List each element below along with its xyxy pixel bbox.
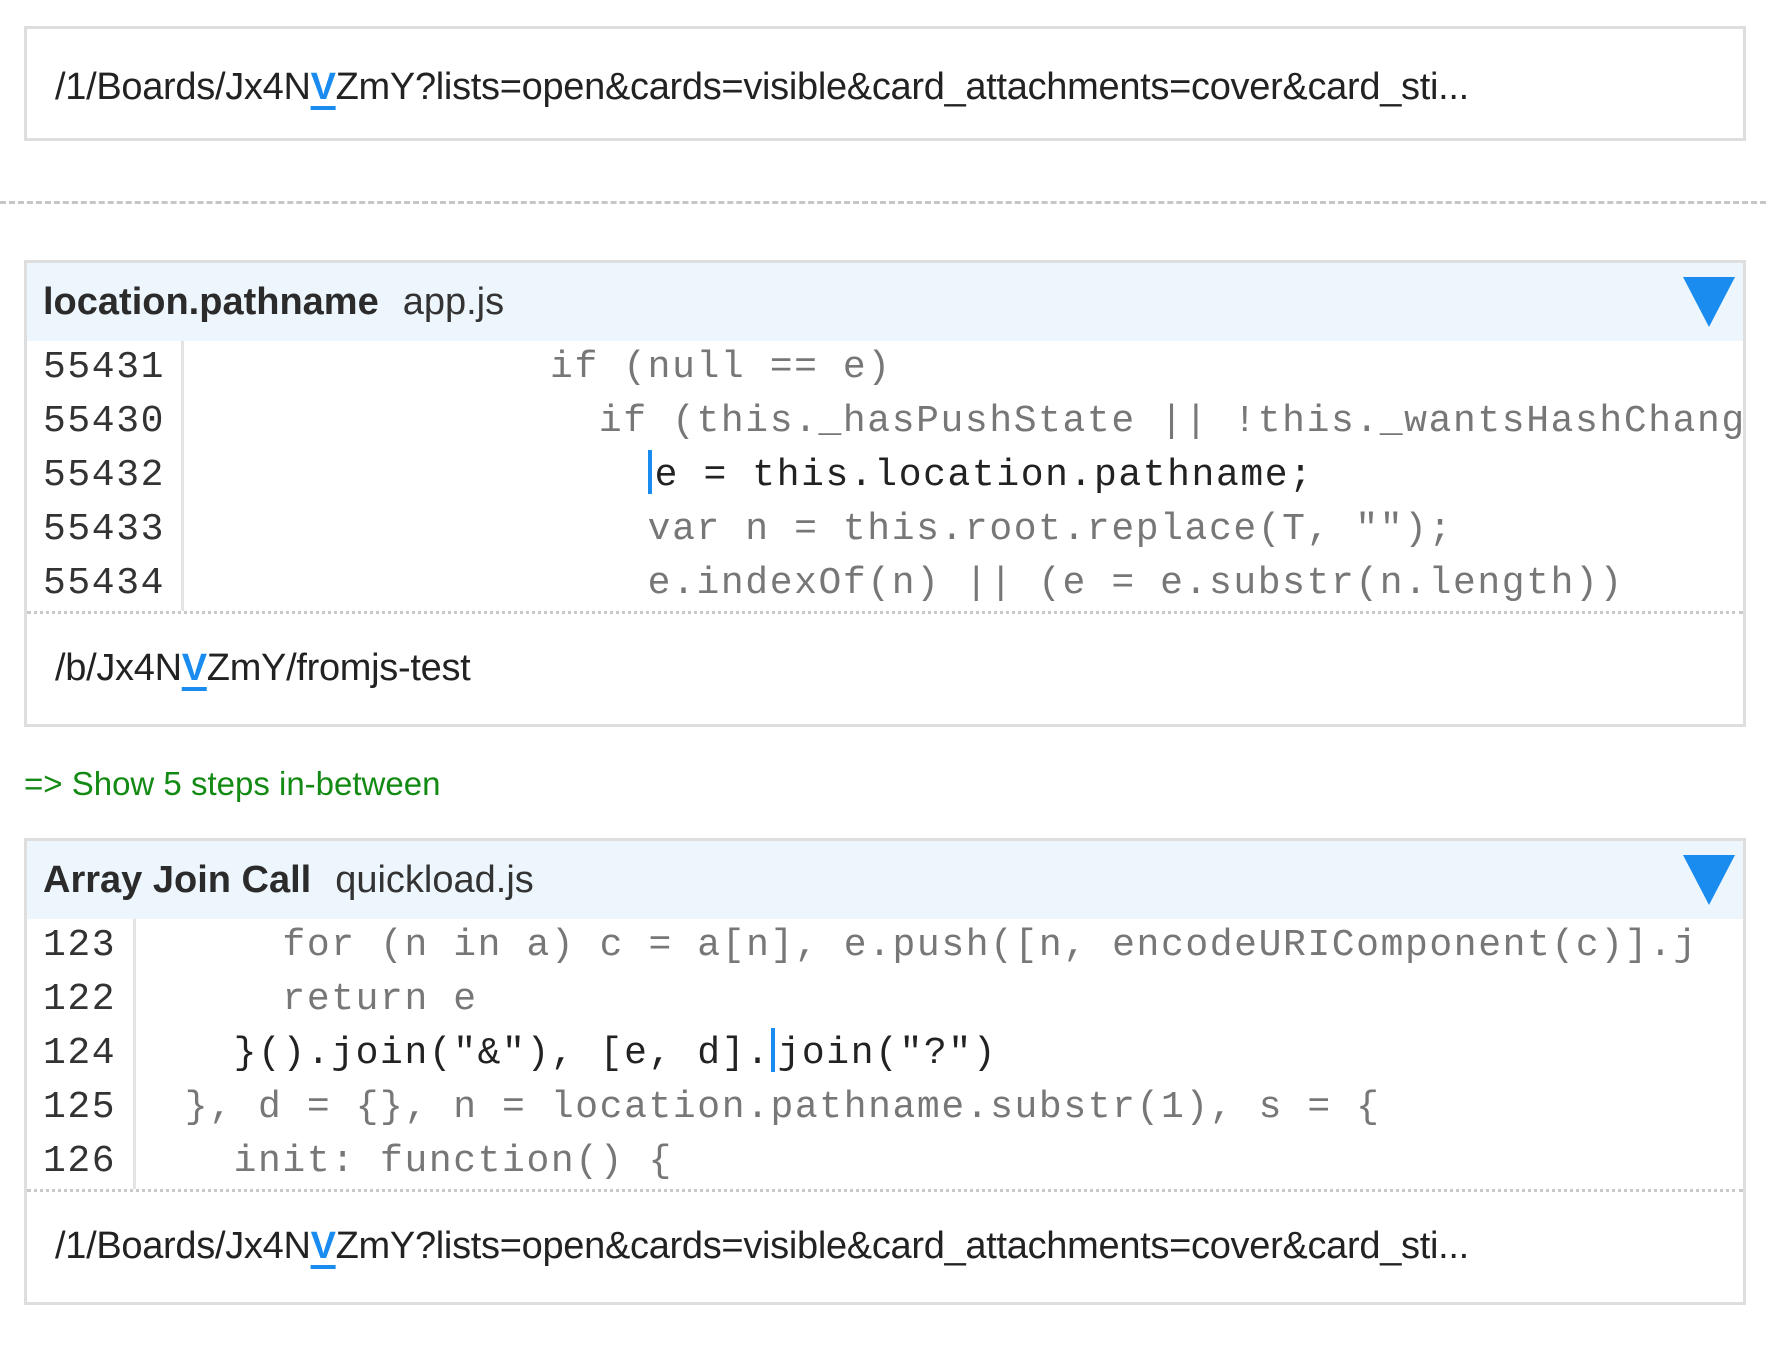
code-text: }().join("&"), [e, d]. join("?") — [136, 1027, 997, 1081]
code-text: return e — [136, 973, 478, 1027]
dashed-separator — [0, 201, 1766, 204]
code-content: var n = this.root.replace(T, ""); — [184, 508, 1453, 551]
code-content: init: function() { — [136, 1140, 673, 1183]
code-line: 55433 var n = this.root.replace(T, ""); — [27, 503, 1743, 557]
code-line: 55431 if (null == e) — [27, 341, 1743, 395]
line-number: 125 — [27, 1081, 136, 1135]
code-content: if (this._hasPushState || !this._wantsHa… — [184, 400, 1743, 443]
value-prefix: /1/Boards/Jx4N — [55, 66, 311, 108]
step-value: /1/Boards/Jx4NVZmY?lists=open&cards=visi… — [27, 1192, 1743, 1302]
code-content: join("?") — [777, 1032, 998, 1075]
code-text: e.indexOf(n) || (e = e.substr(n.length)) — [184, 557, 1624, 611]
value-prefix: /1/Boards/Jx4N — [55, 1225, 311, 1267]
code-line: 126 init: function() { — [27, 1135, 1743, 1189]
show-steps-link[interactable]: => Show 5 steps in-between — [24, 764, 440, 804]
step-value-text: /1/Boards/Jx4NVZmY?lists=open&cards=visi… — [55, 1224, 1469, 1268]
code-text: e = this.location.pathname; — [184, 449, 1314, 503]
operation-name: Array Join Call — [43, 859, 312, 901]
code-content: e = this.location.pathname; — [654, 454, 1314, 497]
step-title: location.pathname app.js — [43, 280, 504, 324]
code-text: var n = this.root.replace(T, ""); — [184, 503, 1453, 557]
code-content: if (null == e) — [184, 346, 892, 389]
line-number: 122 — [27, 973, 136, 1027]
file-name[interactable]: app.js — [403, 281, 504, 323]
highlighted-char[interactable]: V — [311, 66, 336, 108]
line-number: 55431 — [27, 341, 184, 395]
step-title: Array Join Call quickload.js — [43, 858, 534, 902]
value-suffix: ZmY?lists=open&cards=visible&card_attach… — [335, 66, 1470, 108]
code-line: 55434 e.indexOf(n) || (e = e.substr(n.le… — [27, 557, 1743, 611]
step-header: location.pathname app.js — [27, 263, 1743, 341]
step-header: Array Join Call quickload.js — [27, 841, 1743, 919]
code-line-current: 124 }().join("&"), [e, d]. join("?") — [27, 1027, 1743, 1081]
line-number: 55432 — [27, 449, 184, 503]
code-text: if (this._hasPushState || !this._wantsHa… — [184, 395, 1743, 449]
step-value-text: /b/Jx4NVZmY/fromjs-test — [55, 646, 471, 690]
triangle-down-icon[interactable] — [1683, 277, 1735, 327]
value-suffix: ZmY?lists=open&cards=visible&card_attach… — [335, 1225, 1470, 1267]
code-text: if (null == e) — [184, 341, 892, 395]
code-line-current: 55432 e = this.location.pathname; — [27, 449, 1743, 503]
code-content: return e — [136, 978, 478, 1021]
code-line: 122 return e — [27, 973, 1743, 1027]
operation-name: location.pathname — [43, 281, 379, 323]
code-text: for (n in a) c = a[n], e.push([n, encode… — [136, 919, 1698, 973]
top-value-text: /1/Boards/Jx4NVZmY?lists=open&cards=visi… — [55, 65, 1469, 109]
value-prefix: /b/Jx4N — [55, 647, 182, 689]
cursor-marker — [770, 1027, 775, 1072]
top-value-box: /1/Boards/Jx4NVZmY?lists=open&cards=visi… — [24, 26, 1746, 141]
line-number: 55430 — [27, 395, 184, 449]
file-name[interactable]: quickload.js — [335, 859, 534, 901]
line-number: 123 — [27, 919, 136, 973]
triangle-down-icon[interactable] — [1683, 855, 1735, 905]
step-value: /b/Jx4NVZmY/fromjs-test — [27, 614, 1743, 724]
code-content: }().join("&"), [e, d]. — [136, 1032, 771, 1075]
step-panel-location-pathname: location.pathname app.js 55431 if (null =… — [24, 260, 1746, 727]
code-line: 123 for (n in a) c = a[n], e.push([n, en… — [27, 919, 1743, 973]
code-snippet: 55431 if (null == e) 55430 if (this._has… — [27, 341, 1743, 614]
code-content: e.indexOf(n) || (e = e.substr(n.length)) — [184, 562, 1624, 605]
highlighted-char[interactable]: V — [311, 1225, 336, 1267]
code-snippet: 123 for (n in a) c = a[n], e.push([n, en… — [27, 919, 1743, 1192]
code-line: 125 }, d = {}, n = location.pathname.sub… — [27, 1081, 1743, 1135]
code-text: }, d = {}, n = location.pathname.substr(… — [136, 1081, 1381, 1135]
code-text: init: function() { — [136, 1135, 673, 1189]
line-number: 55433 — [27, 503, 184, 557]
step-panel-array-join-call: Array Join Call quickload.js 123 for (n i… — [24, 838, 1746, 1305]
highlighted-char[interactable]: V — [182, 647, 207, 689]
line-number: 124 — [27, 1027, 136, 1081]
code-content: }, d = {}, n = location.pathname.substr(… — [136, 1086, 1381, 1129]
line-number: 55434 — [27, 557, 184, 611]
line-number: 126 — [27, 1135, 136, 1189]
code-content: for (n in a) c = a[n], e.push([n, encode… — [136, 924, 1698, 967]
value-suffix: ZmY/fromjs-test — [206, 647, 471, 689]
code-line: 55430 if (this._hasPushState || !this._w… — [27, 395, 1743, 449]
cursor-marker — [647, 449, 652, 494]
